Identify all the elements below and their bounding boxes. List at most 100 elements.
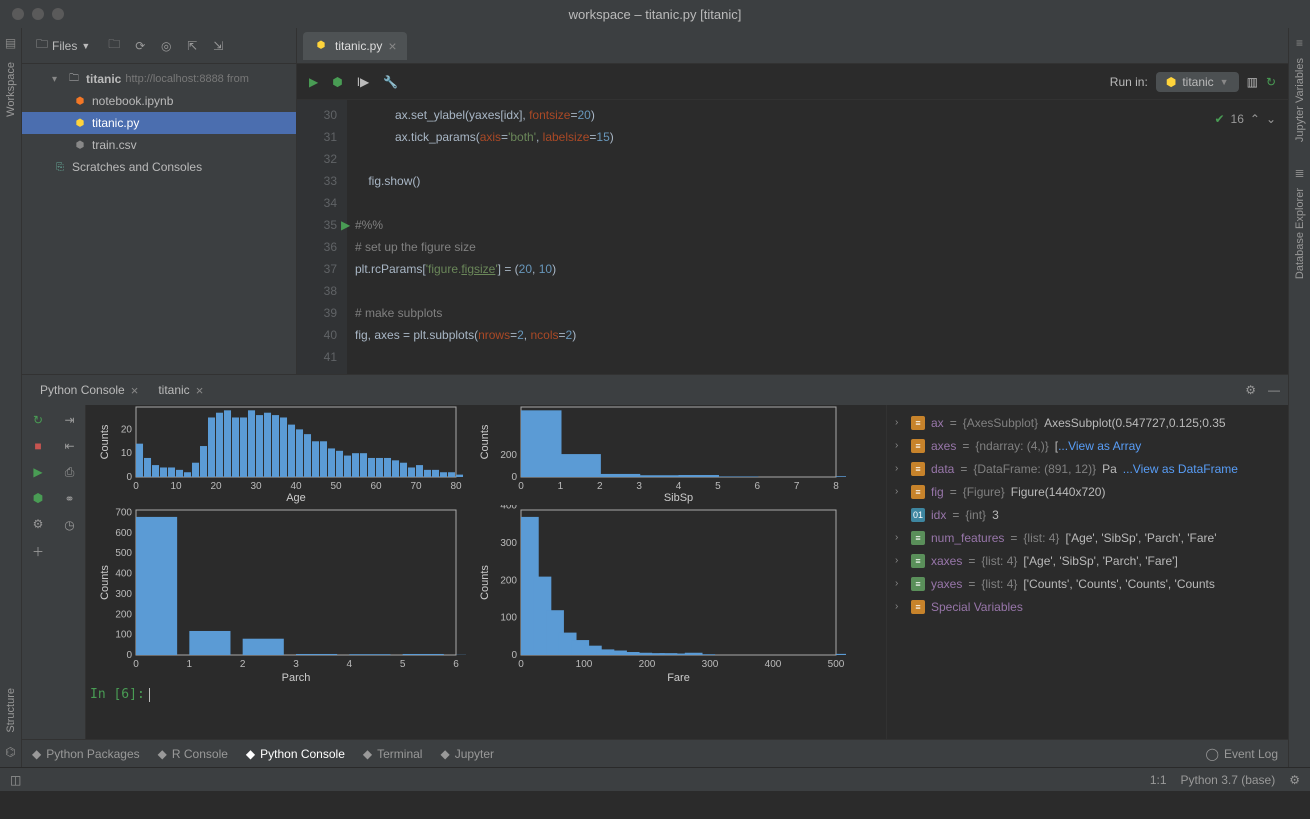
close-icon[interactable]: × [131, 383, 139, 398]
bottom-tab-titanic[interactable]: titanic× [148, 379, 213, 402]
svg-text:6: 6 [453, 659, 459, 670]
structure-icon[interactable]: ⌬ [5, 745, 15, 759]
close-window-icon[interactable] [12, 8, 24, 20]
svg-text:3: 3 [636, 481, 642, 492]
status-tab-r-console[interactable]: ◆R Console [158, 747, 228, 761]
files-dropdown[interactable]: 🗀 Files ▼ [30, 33, 96, 58]
svg-text:0: 0 [518, 659, 524, 670]
wrench-icon[interactable]: 🔧 [383, 75, 398, 89]
link-icon[interactable]: ⚭ [64, 492, 74, 506]
var-Special Variables[interactable]: ›≡Special Variables [895, 595, 1280, 618]
var-ax[interactable]: ›≡ax = {AxesSubplot} AxesSubplot(0.54772… [895, 411, 1280, 434]
file-notebook.ipynb[interactable]: ⬢notebook.ipynb [22, 90, 296, 112]
editor-tab-titanic[interactable]: ⬢ titanic.py × [303, 32, 407, 60]
file-titanic.py[interactable]: ⬢titanic.py [22, 112, 296, 134]
maximize-window-icon[interactable] [52, 8, 64, 20]
editor-tabbar: ⬢ titanic.py × [297, 28, 1288, 64]
var-type-icon: ≡ [911, 600, 925, 614]
right-toolbar: ≡ Jupyter Variables ≣ Database Explorer [1288, 28, 1310, 767]
var-axes[interactable]: ›≡axes = {ndarray: (4,)} [...View as Arr… [895, 434, 1280, 457]
svg-text:Counts: Counts [479, 565, 491, 600]
history-icon[interactable]: ◷ [64, 518, 74, 532]
status-tab-terminal[interactable]: ◆Terminal [363, 747, 423, 761]
jupyter-icon[interactable]: ≡ [1296, 36, 1303, 50]
print-icon[interactable]: ⎙ [65, 465, 75, 480]
gear-icon[interactable]: ⚙ [1245, 383, 1256, 397]
var-num_features[interactable]: ›≡num_features = {list: 4} ['Age', 'SibS… [895, 526, 1280, 549]
var-idx[interactable]: 01idx = {int} 3 [895, 503, 1280, 526]
status-tab-python-packages[interactable]: ◆Python Packages [32, 747, 140, 761]
tab-database-explorer[interactable]: Database Explorer [1294, 184, 1306, 283]
svg-text:7: 7 [794, 481, 800, 492]
add-icon[interactable]: ＋ [32, 543, 44, 560]
close-tab-icon[interactable]: × [388, 38, 396, 54]
import-icon[interactable]: ⇤ [64, 439, 74, 453]
interpreter-label[interactable]: Python 3.7 (base) [1181, 773, 1276, 787]
reload-icon[interactable]: ↻ [1266, 75, 1276, 89]
rerun-icon[interactable]: ↻ [33, 413, 43, 427]
run-icon[interactable]: ▶ [309, 75, 318, 89]
debug-icon[interactable]: ⬢ [332, 75, 342, 89]
tool-windows-icon[interactable]: ◫ [10, 773, 21, 787]
expand-icon[interactable]: › [895, 532, 905, 543]
expand-icon[interactable]: › [895, 555, 905, 566]
tab-jupyter-variables[interactable]: Jupyter Variables [1294, 54, 1306, 146]
var-data[interactable]: ›≡data = {DataFrame: (891, 12)} Pa...Vie… [895, 457, 1280, 480]
code-editor[interactable]: 30313233343536373839404142 ✔ 16 ⌃ ⌄ ax.s… [297, 100, 1288, 374]
expand-icon[interactable]: › [895, 486, 905, 497]
expand-icon[interactable]: ⇲ [210, 38, 226, 54]
var-type-icon: ≡ [911, 554, 925, 568]
refresh-icon[interactable]: ⟳ [132, 38, 148, 54]
cursor-position[interactable]: 1:1 [1150, 773, 1167, 787]
file-train.csv[interactable]: ⬢train.csv [22, 134, 296, 156]
view-link[interactable]: ...View as DataFrame [1123, 462, 1238, 476]
debug-icon[interactable]: ⬢ [33, 491, 43, 505]
console-prompt[interactable]: In [6]: [90, 687, 150, 702]
svg-text:Fare: Fare [667, 672, 690, 684]
target-icon[interactable]: ◎ [158, 38, 174, 54]
status-tab-jupyter[interactable]: ◆Jupyter [440, 747, 494, 761]
bottom-tab-python-console[interactable]: Python Console× [30, 379, 148, 402]
new-folder-icon[interactable]: 🗀 [106, 38, 122, 54]
minimize-panel-icon[interactable]: — [1268, 383, 1280, 397]
var-fig[interactable]: ›≡fig = {Figure} Figure(1440x720) [895, 480, 1280, 503]
view-link[interactable]: ...View as Array [1058, 439, 1141, 453]
chevron-up-icon[interactable]: ⌃ [1250, 108, 1260, 130]
code-text[interactable]: ✔ 16 ⌃ ⌄ ax.set_ylabel(yaxes[idx], fonts… [347, 100, 1288, 374]
gear-icon[interactable]: ⚙ [1289, 773, 1300, 787]
collapse-icon[interactable]: ⇱ [184, 38, 200, 54]
workspace-icon[interactable]: ▤ [5, 36, 16, 50]
tab-workspace[interactable]: Workspace [5, 58, 17, 121]
run-icon[interactable]: ▶ [33, 465, 42, 479]
problems-indicator[interactable]: ✔ 16 ⌃ ⌄ [1214, 108, 1276, 130]
expand-icon[interactable]: › [895, 578, 905, 589]
svg-text:Counts: Counts [99, 565, 111, 600]
var-type-icon: ≡ [911, 462, 925, 476]
event-log-button[interactable]: ◯ Event Log [1206, 747, 1278, 761]
minimize-window-icon[interactable] [32, 8, 44, 20]
database-icon[interactable]: ≣ [1294, 166, 1304, 180]
scratches-row[interactable]: ⎘ Scratches and Consoles [22, 156, 296, 178]
close-icon[interactable]: × [196, 383, 204, 398]
project-root[interactable]: ▾ 🗀 titanic http://localhost:8888 from [22, 68, 296, 90]
var-xaxes[interactable]: ›≡xaxes = {list: 4} ['Age', 'SibSp', 'Pa… [895, 549, 1280, 572]
svg-text:0: 0 [133, 481, 139, 492]
layout-icon[interactable]: ▥ [1247, 75, 1258, 89]
tab-structure[interactable]: Structure [5, 684, 17, 737]
svg-text:400: 400 [500, 505, 517, 512]
run-env-select[interactable]: ⬢ titanic ▼ [1156, 72, 1239, 92]
svg-text:0: 0 [126, 472, 132, 483]
expand-icon[interactable]: › [895, 601, 905, 612]
status-tab-python-console[interactable]: ◆Python Console [246, 747, 345, 761]
expand-icon[interactable]: › [895, 463, 905, 474]
run-toolbar: ▶ ⬢ I▶ 🔧 Run in: ⬢ titanic ▼ ▥ ↻ [297, 64, 1288, 100]
export-icon[interactable]: ⇥ [64, 413, 74, 427]
svg-text:500: 500 [115, 548, 132, 559]
settings-icon[interactable]: ⚙ [33, 517, 44, 531]
chevron-down-icon[interactable]: ⌄ [1266, 108, 1276, 130]
expand-icon[interactable]: › [895, 417, 905, 428]
stop-icon[interactable]: ■ [34, 439, 41, 453]
expand-icon[interactable]: › [895, 440, 905, 451]
run-cell-icon[interactable]: I▶ [357, 75, 370, 89]
var-yaxes[interactable]: ›≡yaxes = {list: 4} ['Counts', 'Counts',… [895, 572, 1280, 595]
